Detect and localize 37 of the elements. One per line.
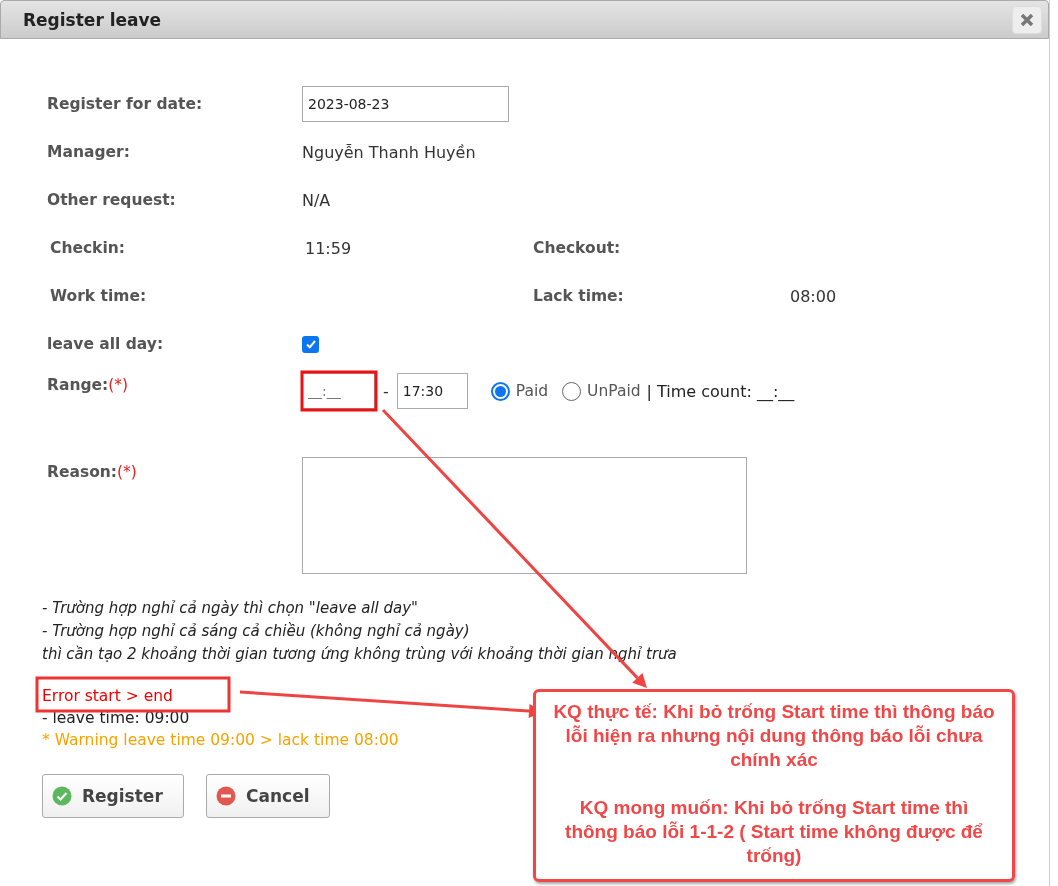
close-button[interactable] xyxy=(1012,5,1042,34)
annotation-text: KQ thực tế: Khi bỏ trống Start time thì thông báo lỗi hiện ra nhưng nội dung thông báo lỗi chưa chính xác xyxy=(552,700,996,772)
error-message: Error start > end xyxy=(42,686,173,707)
checkmark-icon xyxy=(304,338,317,350)
time-count: | Time count: __:__ xyxy=(646,381,795,401)
start-time-input[interactable]: __:__ xyxy=(302,373,375,409)
field-label: leave all day: xyxy=(47,335,165,353)
reason-textarea[interactable] xyxy=(302,457,747,574)
field-label: Range:(*) xyxy=(47,375,130,394)
field-label: Reason:(*) xyxy=(47,462,138,481)
field-label: Work time: xyxy=(49,287,147,305)
annotation-text: KQ mong muốn: Khi bỏ trống Start time thì thông báo lỗi 1-1-2 ( Start time không được để trống) xyxy=(564,796,984,868)
end-time-input[interactable]: 17:30 xyxy=(396,373,468,409)
warning-message: * Warning leave time 09:00 > lack time 08:00 xyxy=(42,730,399,751)
field-label: Checkout: xyxy=(533,239,621,257)
close-icon xyxy=(1020,12,1034,27)
field-label: Manager: xyxy=(47,143,131,161)
field-label: Lack time: xyxy=(533,287,624,305)
radio-option[interactable]: Paid xyxy=(490,381,549,401)
field-value: 08:00 xyxy=(790,286,837,306)
radio-option[interactable]: UnPaid xyxy=(562,381,641,401)
date-input[interactable]: 2023-08-23 xyxy=(302,86,509,122)
register-button[interactable]: Register xyxy=(42,774,184,818)
check-icon xyxy=(52,786,72,806)
checkbox[interactable] xyxy=(302,335,319,353)
field-value: N/A xyxy=(302,190,331,210)
field-value: 11:59 xyxy=(304,238,352,258)
field-label: Checkin: xyxy=(49,239,125,257)
dialog-title: Register leave xyxy=(23,9,162,30)
hint-text: - Trường hợp nghỉ cả ngày thì chọn "leave all day" xyxy=(42,598,420,619)
range-separator: - xyxy=(383,381,389,401)
hint-text: - Trường hợp nghỉ cả sáng cả chiều (không nghỉ cả ngày) xyxy=(42,621,471,642)
field-label: Other request: xyxy=(47,191,177,209)
field-value: Nguyễn Thanh Huyền xyxy=(302,142,476,162)
field-label: Register for date: xyxy=(47,95,204,113)
minus-icon xyxy=(216,786,236,806)
cancel-button[interactable]: Cancel xyxy=(206,774,330,818)
